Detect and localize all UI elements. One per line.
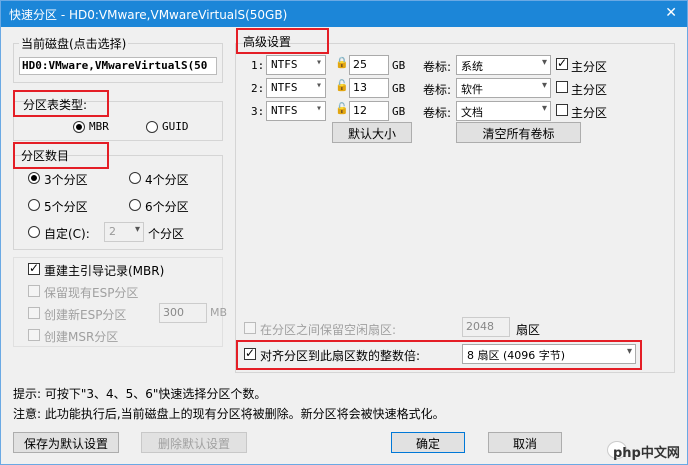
create-msr-checkbox[interactable]	[28, 329, 40, 341]
lock-open-icon[interactable]: 🔓	[335, 79, 349, 93]
row2-primary-checkbox[interactable]	[556, 81, 568, 93]
row3-gb-unit: GB	[392, 105, 406, 118]
row2-fs-select[interactable]: NTFS ▾	[266, 78, 326, 98]
reserve-sectors-checkbox[interactable]	[244, 322, 256, 334]
three-partitions-label: 3个分区	[44, 173, 88, 187]
custom-count-value: 2	[109, 225, 116, 238]
row2-gb-unit: GB	[392, 82, 406, 95]
chevron-down-icon: ▾	[315, 57, 322, 68]
row3-volume-select[interactable]: 文档 ▾	[456, 101, 551, 121]
create-esp-label: 创建新ESP分区	[44, 308, 127, 322]
row3-fs-value: NTFS	[271, 104, 298, 117]
align-partitions-checkbox[interactable]	[244, 346, 256, 360]
custom-partitions-label: 自定(C):	[44, 227, 90, 241]
row2-primary-label: 主分区	[571, 83, 608, 97]
esp-size-input[interactable]: 300	[159, 303, 207, 323]
ok-button[interactable]: 确定	[391, 432, 465, 453]
keep-esp-checkbox[interactable]	[28, 285, 40, 297]
row1-index: 1:	[251, 59, 265, 72]
create-msr-label: 创建MSR分区	[44, 330, 119, 344]
row1-primary-checkbox[interactable]	[556, 56, 568, 70]
row2-fs-value: NTFS	[271, 81, 298, 94]
esp-size-unit: MB	[210, 306, 228, 319]
custom-count-select[interactable]: 2 ▾	[104, 222, 144, 242]
lock-closed-icon[interactable]: 🔒	[335, 56, 349, 70]
clear-labels-button[interactable]: 清空所有卷标	[456, 122, 581, 143]
six-partitions-radio[interactable]	[129, 199, 141, 211]
current-disk-selector[interactable]: HD0:VMware,VMwareVirtualS(50	[19, 57, 217, 75]
guid-radio[interactable]	[146, 121, 158, 133]
default-size-button[interactable]: 默认大小	[332, 122, 412, 143]
custom-count-suffix: 个分区	[148, 227, 185, 241]
custom-partitions-radio[interactable]	[28, 226, 40, 238]
row3-size-input[interactable]: 12	[349, 101, 389, 121]
row3-primary-label: 主分区	[571, 106, 608, 120]
row1-fs-value: NTFS	[271, 58, 298, 71]
watermark-text: php中文网	[613, 446, 680, 461]
align-sectors-select[interactable]: 8 扇区 (4096 字节) ▾	[462, 344, 636, 364]
quick-partition-dialog: 快速分区 - HD0:VMware,VMwareVirtualS(50GB) ✕…	[0, 0, 688, 465]
row3-volume-value: 文档	[461, 106, 483, 119]
align-sectors-value: 8 扇区 (4096 字节)	[467, 349, 566, 362]
hint-line: 提示: 可按下"3、4、5、6"快速选择分区个数。	[13, 387, 267, 401]
three-partitions-radio[interactable]	[28, 172, 40, 184]
close-icon[interactable]: ✕	[665, 5, 677, 21]
partition-table-label: 分区表类型:	[23, 98, 88, 112]
warning-line: 注意: 此功能执行后,当前磁盘上的现有分区将被删除。新分区将会被快速格式化。	[13, 407, 445, 421]
align-partitions-label: 对齐分区到此扇区数的整数倍:	[260, 349, 421, 363]
rebuild-mbr-label: 重建主引导记录(MBR)	[44, 264, 165, 278]
row2-volume-select[interactable]: 软件 ▾	[456, 78, 551, 98]
row2-index: 2:	[251, 82, 265, 95]
row1-fs-select[interactable]: NTFS ▾	[266, 55, 326, 75]
window-title: 快速分区 - HD0:VMware,VMwareVirtualS(50GB)	[9, 8, 288, 22]
delete-default-button[interactable]: 删除默认设置	[141, 432, 247, 453]
row1-volume-select[interactable]: 系统 ▾	[456, 55, 551, 75]
row3-fs-select[interactable]: NTFS ▾	[266, 101, 326, 121]
five-partitions-label: 5个分区	[44, 200, 88, 214]
lock-open-icon[interactable]: 🔓	[335, 102, 349, 116]
mbr-label: MBR	[89, 120, 109, 133]
reserve-sectors-unit: 扇区	[516, 323, 541, 337]
chevron-down-icon: ▾	[315, 80, 322, 91]
chevron-down-icon: ▾	[541, 57, 547, 68]
row1-primary-label: 主分区	[571, 60, 608, 74]
row3-index: 3:	[251, 105, 265, 118]
create-esp-checkbox[interactable]	[28, 307, 40, 319]
row3-volume-label: 卷标:	[423, 106, 452, 120]
five-partitions-radio[interactable]	[28, 199, 40, 211]
row1-gb-unit: GB	[392, 59, 406, 72]
advanced-label: 高级设置	[243, 35, 292, 49]
guid-label: GUID	[162, 120, 189, 133]
row1-volume-label: 卷标:	[423, 60, 452, 74]
chevron-down-icon: ▾	[541, 80, 547, 91]
php-cn-watermark-logo: php中文网	[607, 439, 683, 461]
chevron-down-icon: ▾	[134, 224, 140, 235]
row2-volume-label: 卷标:	[423, 83, 452, 97]
four-partitions-label: 4个分区	[145, 173, 189, 187]
title-bar: 快速分区 - HD0:VMware,VMwareVirtualS(50GB) ✕	[1, 1, 687, 27]
keep-esp-label: 保留现有ESP分区	[44, 286, 139, 300]
four-partitions-radio[interactable]	[129, 172, 141, 184]
row2-volume-value: 软件	[461, 83, 483, 96]
chevron-down-icon: ▾	[541, 103, 547, 114]
rebuild-mbr-checkbox[interactable]	[28, 261, 40, 275]
row2-size-input[interactable]: 13	[349, 78, 389, 98]
reserve-sectors-input[interactable]: 2048	[462, 317, 510, 337]
cancel-button[interactable]: 取消	[488, 432, 562, 453]
current-disk-label: 当前磁盘(点击选择)	[19, 35, 129, 52]
six-partitions-label: 6个分区	[145, 200, 189, 214]
row1-volume-value: 系统	[461, 60, 483, 73]
partition-count-label: 分区数目	[21, 149, 70, 163]
row1-size-input[interactable]: 25	[349, 55, 389, 75]
row3-primary-checkbox[interactable]	[556, 104, 568, 116]
chevron-down-icon: ▾	[626, 346, 632, 357]
reserve-sectors-label: 在分区之间保留空闲扇区:	[260, 323, 397, 337]
chevron-down-icon: ▾	[315, 103, 322, 114]
mbr-radio[interactable]	[73, 121, 85, 133]
save-default-button[interactable]: 保存为默认设置	[13, 432, 119, 453]
